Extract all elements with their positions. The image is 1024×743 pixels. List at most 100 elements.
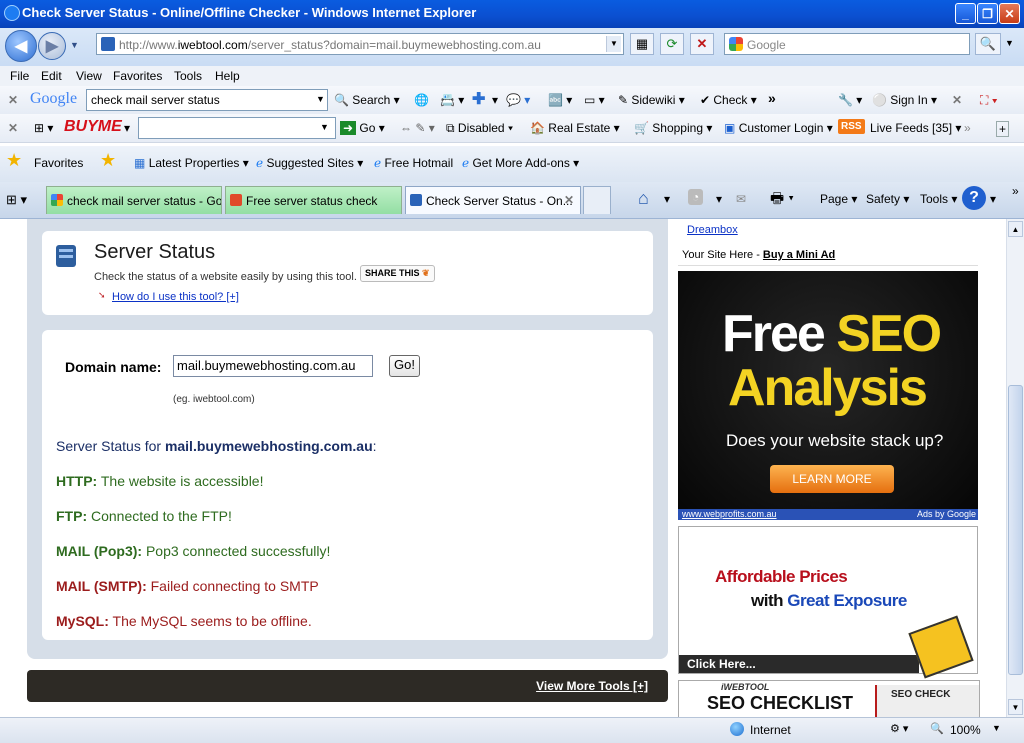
- how-to-link[interactable]: How do I use this tool? [+]: [112, 291, 239, 303]
- scroll-down-icon[interactable]: ▼: [1008, 699, 1023, 715]
- home-dropdown-icon[interactable]: ▾: [664, 192, 670, 206]
- dreambox-link[interactable]: Dreambox: [687, 224, 738, 236]
- go-button[interactable]: Go!: [389, 355, 420, 377]
- zoom-dropdown-icon[interactable]: ▼: [992, 723, 1001, 733]
- pdf-icon[interactable]: ⛶ ▾: [980, 93, 998, 108]
- address-dropdown-icon[interactable]: ▼: [606, 36, 621, 52]
- sidewiki-button[interactable]: ✎ Sidewiki ▾: [618, 93, 685, 107]
- feeds-dropdown-icon[interactable]: ▾: [716, 192, 722, 206]
- search-box[interactable]: Google: [724, 33, 970, 55]
- search-options-icon[interactable]: ▼: [1005, 38, 1014, 48]
- favorites-button[interactable]: Favorites: [34, 156, 83, 170]
- help-dropdown-icon[interactable]: ▾: [990, 192, 996, 206]
- domain-input[interactable]: mail.buymewebhosting.com.au: [173, 355, 373, 377]
- forward-button[interactable]: ▶: [38, 32, 66, 60]
- live-feeds-button[interactable]: Live Feeds [35] ▾: [870, 121, 961, 135]
- rectangle-icon[interactable]: ▭ ▾: [584, 93, 605, 107]
- close-buyme-icon[interactable]: ✕: [8, 121, 18, 135]
- maximize-button[interactable]: ❐: [977, 3, 998, 24]
- stop-icon[interactable]: ✕: [690, 33, 714, 55]
- menu-edit[interactable]: Edit: [41, 69, 62, 83]
- menu-help[interactable]: Help: [215, 69, 240, 83]
- buy-mini-ad-link[interactable]: Buy a Mini Ad: [763, 249, 835, 261]
- query-dropdown-icon[interactable]: ▼: [316, 94, 325, 104]
- buyme-go-button[interactable]: ➜ Go ▾: [340, 121, 385, 135]
- tab-check-server-status[interactable]: Check Server Status - On... ✕: [405, 186, 581, 214]
- spell-check-button[interactable]: ✔ Check ▾: [700, 93, 757, 107]
- view-more-tools-link[interactable]: View More Tools [+]: [536, 679, 648, 693]
- menu-view[interactable]: View: [76, 69, 102, 83]
- real-estate-button[interactable]: 🏠 Real Estate ▾: [530, 121, 620, 135]
- scroll-up-icon[interactable]: ▲: [1008, 221, 1023, 237]
- google-search-button[interactable]: 🔍 Search ▾: [334, 93, 400, 107]
- vertical-scrollbar[interactable]: ▲ ▼: [1006, 219, 1024, 717]
- fav-get-more-addons[interactable]: ℯ Get More Add-ons ▾: [462, 156, 579, 170]
- share-this-button[interactable]: SHARE THIS ❦: [360, 265, 435, 282]
- wrench-icon[interactable]: 🔧 ▾: [838, 93, 862, 107]
- home-icon[interactable]: ⌂: [638, 188, 649, 209]
- quick-tabs-icon[interactable]: ⊞ ▾: [6, 192, 27, 208]
- buyme-menu-icon[interactable]: ⊞ ▾: [34, 121, 53, 135]
- shopping-button[interactable]: 🛒 Shopping ▾: [634, 121, 712, 135]
- customer-login-button[interactable]: ▣ Customer Login ▾: [724, 121, 833, 135]
- plus-dropdown-icon[interactable]: ▾: [492, 93, 498, 107]
- tools-menu-button[interactable]: Tools ▾: [920, 192, 957, 206]
- print-icon[interactable]: 🖶 ▾: [770, 188, 794, 213]
- tab-free-server-status[interactable]: Free server status check: [225, 186, 402, 214]
- close-addon-icon[interactable]: ✕: [952, 93, 962, 107]
- address-bar[interactable]: http://www.iwebtool.com/server_status?do…: [96, 33, 624, 55]
- buyme-input-dropdown-icon[interactable]: ▼: [320, 122, 329, 132]
- click-here-link[interactable]: Click Here...: [687, 657, 756, 671]
- refresh-icon[interactable]: ⟳: [660, 33, 684, 55]
- bookmark-icon[interactable]: 📇 ▾: [440, 93, 464, 107]
- history-dropdown-icon[interactable]: ▼: [70, 40, 79, 50]
- chat-icon[interactable]: 💬 ▾: [506, 93, 530, 107]
- search-magnifier-icon[interactable]: 🔍: [975, 33, 1001, 55]
- page-menu-button[interactable]: Page ▾: [820, 192, 857, 206]
- fav-free-hotmail[interactable]: ℯ Free Hotmail: [374, 156, 453, 170]
- popup-blocker-button[interactable]: ⧉ Disabled ▾: [446, 121, 513, 136]
- feeds-icon[interactable]: ◔: [688, 189, 704, 205]
- add-favorite-icon[interactable]: ★: [100, 150, 116, 171]
- minimize-button[interactable]: _: [955, 3, 976, 24]
- fav-latest-properties[interactable]: ▦ Latest Properties ▾: [134, 156, 249, 170]
- ad-source-link[interactable]: www.webprofits.com.au: [682, 509, 777, 519]
- search-placeholder: Google: [747, 38, 786, 52]
- menu-file[interactable]: File: [10, 69, 29, 83]
- translate-icon[interactable]: 🔤 ▾: [548, 93, 572, 107]
- affordable-prices-ad[interactable]: Affordable Prices with Great Exposure Cl…: [678, 526, 978, 679]
- menu-tools[interactable]: Tools: [174, 69, 202, 83]
- more-commands-icon[interactable]: »: [1012, 184, 1019, 198]
- close-toolbar-icon[interactable]: ✕: [8, 93, 18, 107]
- fav-suggested-sites[interactable]: ℯ Suggested Sites ▾: [256, 156, 363, 170]
- seo-analysis-ad[interactable]: Free SEO Analysis Does your website stac…: [678, 271, 978, 520]
- mail-icon[interactable]: ✉: [736, 192, 746, 206]
- highlight-icon[interactable]: ⇔ ✎ ▾: [400, 121, 435, 135]
- more-chevron-icon[interactable]: »: [768, 90, 776, 106]
- buyme-search-input[interactable]: [138, 117, 336, 139]
- buyme-logo-dropdown-icon[interactable]: ▾: [124, 121, 130, 135]
- menu-favorites[interactable]: Favorites: [113, 69, 162, 83]
- learn-more-button[interactable]: LEARN MORE: [770, 465, 894, 493]
- help-icon[interactable]: ?: [962, 186, 986, 210]
- favorites-star-icon[interactable]: ★: [6, 150, 22, 171]
- buyme-more-icon[interactable]: »: [964, 121, 971, 135]
- tab-google-search[interactable]: check mail server status - Go...: [46, 186, 222, 214]
- new-tab-button[interactable]: [583, 186, 611, 214]
- compatibility-view-icon[interactable]: ▦: [630, 33, 654, 55]
- zoom-level[interactable]: 100%: [950, 723, 981, 737]
- tab-close-icon[interactable]: ✕: [564, 193, 574, 207]
- protected-mode-icon[interactable]: ⚙ ▾: [890, 722, 908, 735]
- seo-checklist-ad[interactable]: iWEBTOOL SEO CHECKLIST SEO CHECK: [678, 680, 980, 717]
- buyme-add-icon[interactable]: +: [996, 121, 1010, 137]
- scroll-thumb[interactable]: [1008, 385, 1023, 675]
- plus-icon[interactable]: ✚: [472, 89, 485, 109]
- ads-by-google[interactable]: Ads by Google: [917, 509, 976, 519]
- globe-icon[interactable]: 🌐: [414, 93, 429, 107]
- safety-menu-button[interactable]: Safety ▾: [866, 192, 909, 206]
- google-toolbar-query[interactable]: check mail server status: [86, 89, 328, 111]
- sign-in-button[interactable]: ⚪ Sign In ▾: [872, 93, 937, 107]
- back-button[interactable]: ◀: [5, 30, 37, 62]
- rss-badge-icon: RSS: [838, 119, 865, 134]
- close-button[interactable]: ✕: [999, 3, 1020, 24]
